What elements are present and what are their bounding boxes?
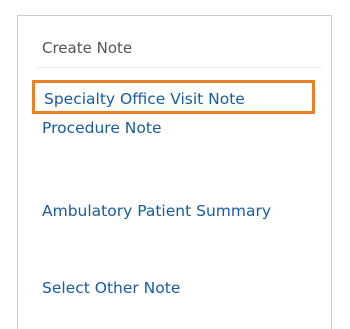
- menu-item-specialty-office-visit-note[interactable]: Specialty Office Visit Note: [32, 80, 315, 114]
- menu-item-procedure-note[interactable]: Procedure Note: [42, 114, 162, 143]
- create-note-menu-panel: Create Note Specialty Office Visit Note …: [17, 15, 332, 329]
- menu-item-ambulatory-patient-summary[interactable]: Ambulatory Patient Summary: [42, 197, 282, 226]
- menu-divider: [38, 67, 321, 68]
- menu-item-select-other-note[interactable]: Select Other Note: [42, 274, 180, 303]
- create-note-header: Create Note: [42, 39, 133, 57]
